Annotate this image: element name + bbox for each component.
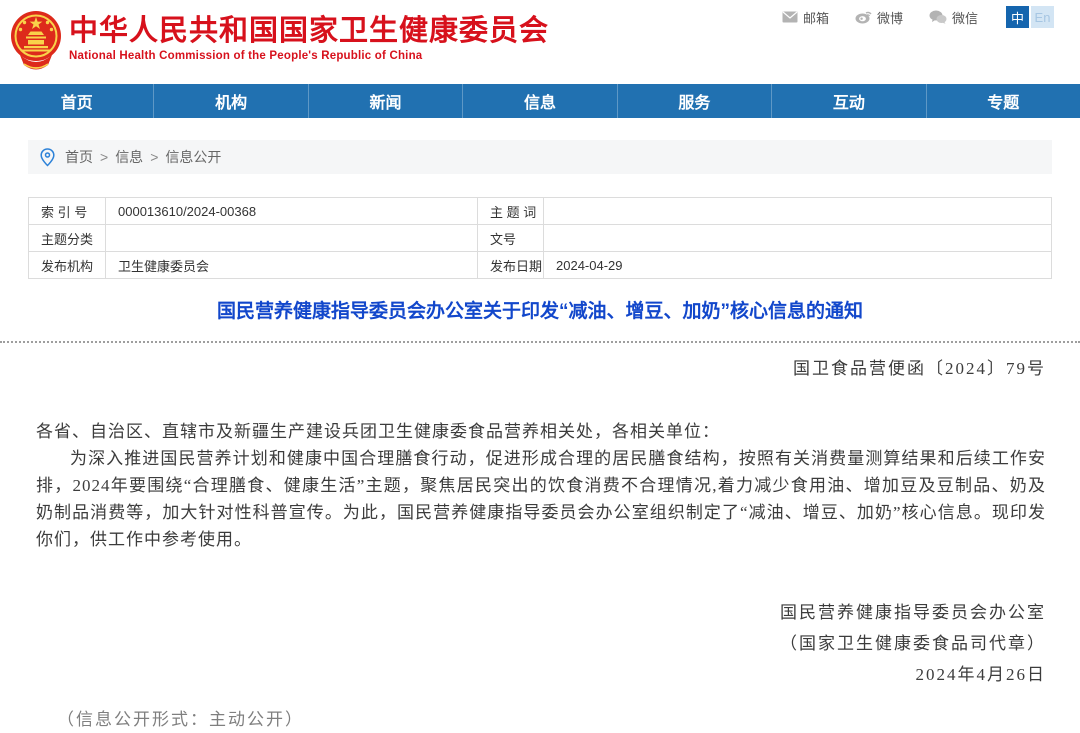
- dotted-divider: [0, 341, 1080, 343]
- nav-item-news[interactable]: 新闻: [309, 84, 463, 118]
- nav-item-topics[interactable]: 专题: [927, 84, 1080, 118]
- signature-block: 国民营养健康指导委员会办公室 （国家卫生健康委食品司代章） 2024年4月26日: [0, 597, 1080, 690]
- salutation: 各省、自治区、直辖市及新疆生产建设兵团卫生健康委食品营养相关处，各相关单位：: [0, 418, 1080, 445]
- lang-zh-button[interactable]: 中: [1006, 6, 1029, 28]
- main-nav: 首页 机构 新闻 信息 服务 互动 专题: [0, 84, 1080, 118]
- meta-label-keywords: 主 题 词: [478, 198, 544, 225]
- breadcrumb: 首页 > 信息 > 信息公开: [28, 140, 1052, 174]
- topbar: 邮箱 微博 微信 中 En: [782, 6, 1054, 28]
- meta-value-issuer: 卫生健康委员会: [106, 252, 478, 279]
- nav-item-org[interactable]: 机构: [154, 84, 308, 118]
- document-meta-table: 索 引 号 000013610/2024-00368 主 题 词 主题分类 文号…: [28, 197, 1052, 279]
- mail-icon: [782, 11, 798, 23]
- location-pin-icon: [40, 148, 55, 167]
- wechat-label: 微信: [952, 8, 978, 27]
- mail-link[interactable]: 邮箱: [782, 8, 829, 27]
- nav-item-home[interactable]: 首页: [0, 84, 154, 118]
- official-doc-number: 国卫食品营便函〔2024〕79号: [0, 355, 1080, 382]
- article-paragraph: 为深入推进国民营养计划和健康中国合理膳食行动，促进形成合理的居民膳食结构，按照有…: [0, 445, 1080, 553]
- article: 国民营养健康指导委员会办公室关于印发“减油、增豆、加奶”核心信息的通知 国卫食品…: [0, 299, 1080, 733]
- disclosure-note: （信息公开形式：主动公开）: [0, 706, 1080, 733]
- table-row: 索 引 号 000013610/2024-00368 主 题 词: [29, 198, 1052, 225]
- breadcrumb-separator: >: [150, 149, 158, 165]
- wechat-link[interactable]: 微信: [929, 8, 978, 27]
- weibo-label: 微博: [877, 8, 903, 27]
- meta-value-docnum: [544, 225, 1052, 252]
- table-row: 主题分类 文号: [29, 225, 1052, 252]
- meta-label-index: 索 引 号: [29, 198, 106, 225]
- weibo-icon: [855, 10, 872, 24]
- signature-seal-note: （国家卫生健康委食品司代章）: [0, 628, 1046, 659]
- lang-en-button[interactable]: En: [1031, 6, 1054, 28]
- meta-value-pubdate: 2024-04-29: [544, 252, 1052, 279]
- weibo-link[interactable]: 微博: [855, 8, 903, 27]
- nav-item-service[interactable]: 服务: [618, 84, 772, 118]
- nav-item-interact[interactable]: 互动: [772, 84, 926, 118]
- signature-office: 国民营养健康指导委员会办公室: [0, 597, 1046, 628]
- site-header: 中华人民共和国国家卫生健康委员会 National Health Commiss…: [0, 0, 1080, 84]
- table-row: 发布机构 卫生健康委员会 发布日期 2024-04-29: [29, 252, 1052, 279]
- meta-label-pubdate: 发布日期: [478, 252, 544, 279]
- language-switcher: 中 En: [1004, 6, 1054, 28]
- breadcrumb-info[interactable]: 信息: [115, 147, 143, 167]
- meta-value-keywords: [544, 198, 1052, 225]
- breadcrumb-separator: >: [100, 149, 108, 165]
- site-subtitle: National Health Commission of the People…: [69, 50, 549, 62]
- national-emblem-icon: [10, 9, 62, 77]
- meta-label-category: 主题分类: [29, 225, 106, 252]
- article-title: 国民营养健康指导委员会办公室关于印发“减油、增豆、加奶”核心信息的通知: [0, 299, 1080, 325]
- meta-label-issuer: 发布机构: [29, 252, 106, 279]
- breadcrumb-home[interactable]: 首页: [65, 147, 93, 167]
- meta-label-docnum: 文号: [478, 225, 544, 252]
- meta-value-index: 000013610/2024-00368: [106, 198, 478, 225]
- wechat-icon: [929, 10, 947, 24]
- breadcrumb-info-disclosure[interactable]: 信息公开: [165, 147, 221, 167]
- meta-value-category: [106, 225, 478, 252]
- nav-item-info[interactable]: 信息: [463, 84, 617, 118]
- signature-date: 2024年4月26日: [0, 659, 1046, 690]
- site-brand[interactable]: 中华人民共和国国家卫生健康委员会 National Health Commiss…: [10, 9, 549, 77]
- mail-label: 邮箱: [803, 8, 829, 27]
- site-title: 中华人民共和国国家卫生健康委员会: [69, 15, 549, 47]
